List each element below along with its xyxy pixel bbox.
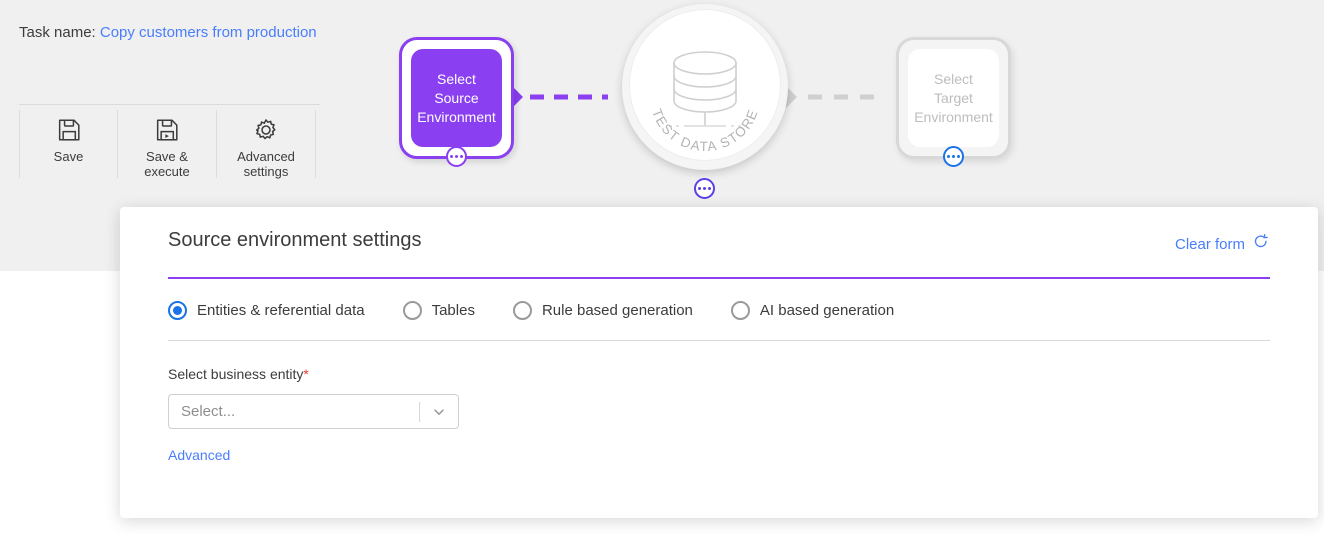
task-name: Task name: Copy customers from productio… xyxy=(19,24,317,41)
task-name-label: Task name: xyxy=(19,24,96,41)
radio-label: Entities & referential data xyxy=(197,302,365,319)
radio-indicator-icon xyxy=(168,301,187,320)
task-name-value[interactable]: Copy customers from production xyxy=(100,24,317,41)
radio-indicator-icon xyxy=(731,301,750,320)
save-and-execute-button-label: Save & execute xyxy=(144,149,190,179)
business-entity-select[interactable]: Select... xyxy=(168,394,459,429)
connector-store-to-target xyxy=(786,84,898,115)
clear-form-label: Clear form xyxy=(1175,236,1245,253)
source-node-more-options-icon[interactable] xyxy=(446,146,467,167)
node-target-label: Select Target Environment xyxy=(908,49,999,147)
panel-header: Source environment settings Clear form xyxy=(168,229,1270,275)
radio-label: Tables xyxy=(432,302,475,319)
radio-indicator-icon xyxy=(403,301,422,320)
page-title: Source environment settings xyxy=(168,229,1270,252)
radio-ai-based-generation[interactable]: AI based generation xyxy=(731,301,894,320)
dots-glyph xyxy=(698,187,711,190)
radio-rule-based-generation[interactable]: Rule based generation xyxy=(513,301,693,320)
toolbar: Save Save & execute Advanced setting xyxy=(19,110,316,178)
node-select-source-environment[interactable]: Select Source Environment xyxy=(399,37,514,159)
radio-entities-referential-data[interactable]: Entities & referential data xyxy=(168,301,365,320)
dots-glyph xyxy=(450,155,463,158)
business-entity-label-text: Select business entity xyxy=(168,366,303,382)
save-and-execute-button[interactable]: Save & execute xyxy=(118,110,217,178)
radio-label: Rule based generation xyxy=(542,302,693,319)
save-button-label: Save xyxy=(54,149,84,164)
app-root: Task name: Copy customers from productio… xyxy=(0,0,1324,535)
business-entity-label: Select business entity* xyxy=(168,366,309,382)
chevron-down-icon[interactable] xyxy=(420,405,458,419)
dots-glyph xyxy=(947,155,960,158)
radio-indicator-icon xyxy=(513,301,532,320)
gear-icon xyxy=(252,116,280,144)
form-divider xyxy=(168,340,1270,341)
node-select-target-environment[interactable]: Select Target Environment xyxy=(896,37,1011,159)
advanced-settings-button[interactable]: Advanced settings xyxy=(217,110,316,178)
advanced-link[interactable]: Advanced xyxy=(168,447,230,463)
radio-label: AI based generation xyxy=(760,302,894,319)
toolbar-divider xyxy=(19,104,320,105)
floppy-disk-play-icon xyxy=(153,116,181,144)
reset-arrow-icon xyxy=(1252,233,1270,255)
required-marker: * xyxy=(303,366,308,382)
data-store-more-options-icon[interactable] xyxy=(694,178,715,199)
connector-source-to-store xyxy=(512,84,624,115)
panel-accent-rule xyxy=(168,277,1270,279)
node-test-data-store[interactable]: TEST DATA STORE xyxy=(622,4,788,170)
clear-form-button[interactable]: Clear form xyxy=(1175,233,1270,255)
generation-mode-radio-group: Entities & referential data Tables Rule … xyxy=(168,291,1270,329)
advanced-settings-button-label: Advanced settings xyxy=(237,149,295,179)
node-source-label: Select Source Environment xyxy=(411,49,502,147)
save-button[interactable]: Save xyxy=(19,110,118,178)
target-node-more-options-icon[interactable] xyxy=(943,146,964,167)
floppy-disk-icon xyxy=(55,116,83,144)
database-icon: TEST DATA STORE xyxy=(622,4,788,170)
business-entity-select-value: Select... xyxy=(169,403,419,420)
source-environment-settings-panel: Source environment settings Clear form E… xyxy=(120,207,1318,518)
radio-tables[interactable]: Tables xyxy=(403,301,475,320)
